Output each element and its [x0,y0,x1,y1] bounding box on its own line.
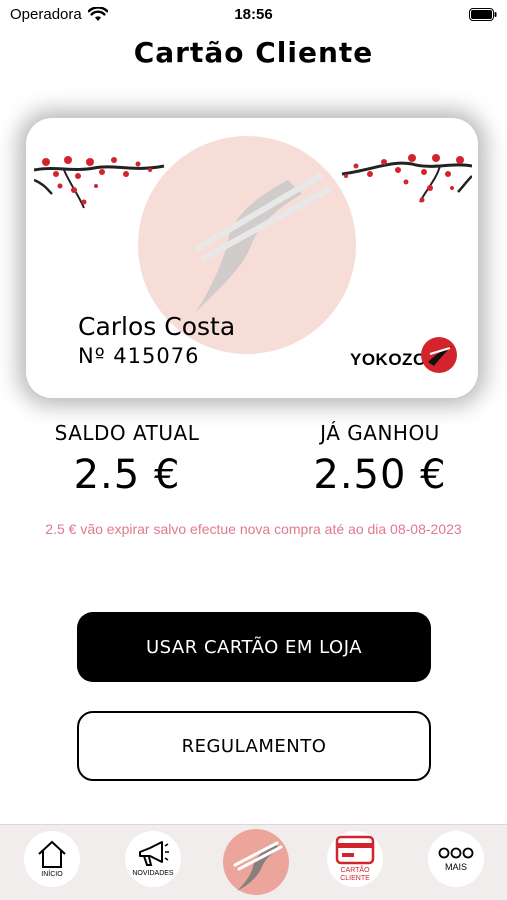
page-title: Cartão Cliente [133,36,374,69]
bird-logo-center-icon [233,841,283,891]
card-icon [335,835,375,865]
status-time: 18:56 [234,6,273,23]
use-card-in-store-label: USAR CARTÃO EM LOJA [145,636,363,658]
card-holder-name: Carlos Costa [78,312,236,341]
earned-value: 2.50 € [313,452,447,498]
earned-label: JÁ GANHOU [320,421,440,445]
megaphone-icon [139,841,169,866]
tab-more-label: MAIS [444,862,467,872]
use-card-in-store-button[interactable]: USAR CARTÃO EM LOJA [77,612,431,682]
home-icon [38,840,66,868]
tab-bar: INÍCIO NOVIDADES CARTÃO CLIENTE MAIS [0,824,507,900]
bird-logo-icon [421,337,457,373]
regulation-label: REGULAMENTO [181,735,327,757]
current-balance-value: 2.5 € [73,452,181,498]
card-number: Nº 415076 [78,344,200,368]
tab-more[interactable]: MAIS [428,831,484,887]
current-balance-label: SALDO ATUAL [54,421,200,445]
tab-home-label: INÍCIO [41,871,63,878]
tab-home[interactable]: INÍCIO [24,831,80,887]
tab-customer-card[interactable]: CARTÃO CLIENTE [327,831,383,887]
card-brand-logo: YOKOZO [350,350,427,369]
status-bar: Operadora 18:56 [0,0,507,30]
more-dots-icon [438,847,474,859]
blossom-left-decoration [34,156,165,209]
tab-news[interactable]: NOVIDADES [125,831,181,887]
tab-customer-card-label: CARTÃO CLIENTE [340,867,370,882]
regulation-button[interactable]: REGULAMENTO [77,711,431,781]
tab-center-logo[interactable] [223,829,289,895]
tab-news-label: NOVIDADES [132,870,174,877]
expiry-note: 2.5 € vão expirar salvo efectue nova com… [45,521,462,537]
blossom-right-decoration [341,154,472,203]
battery-icon [469,8,497,21]
loyalty-card: Carlos Costa Nº 415076 YOKOZO [34,122,472,392]
